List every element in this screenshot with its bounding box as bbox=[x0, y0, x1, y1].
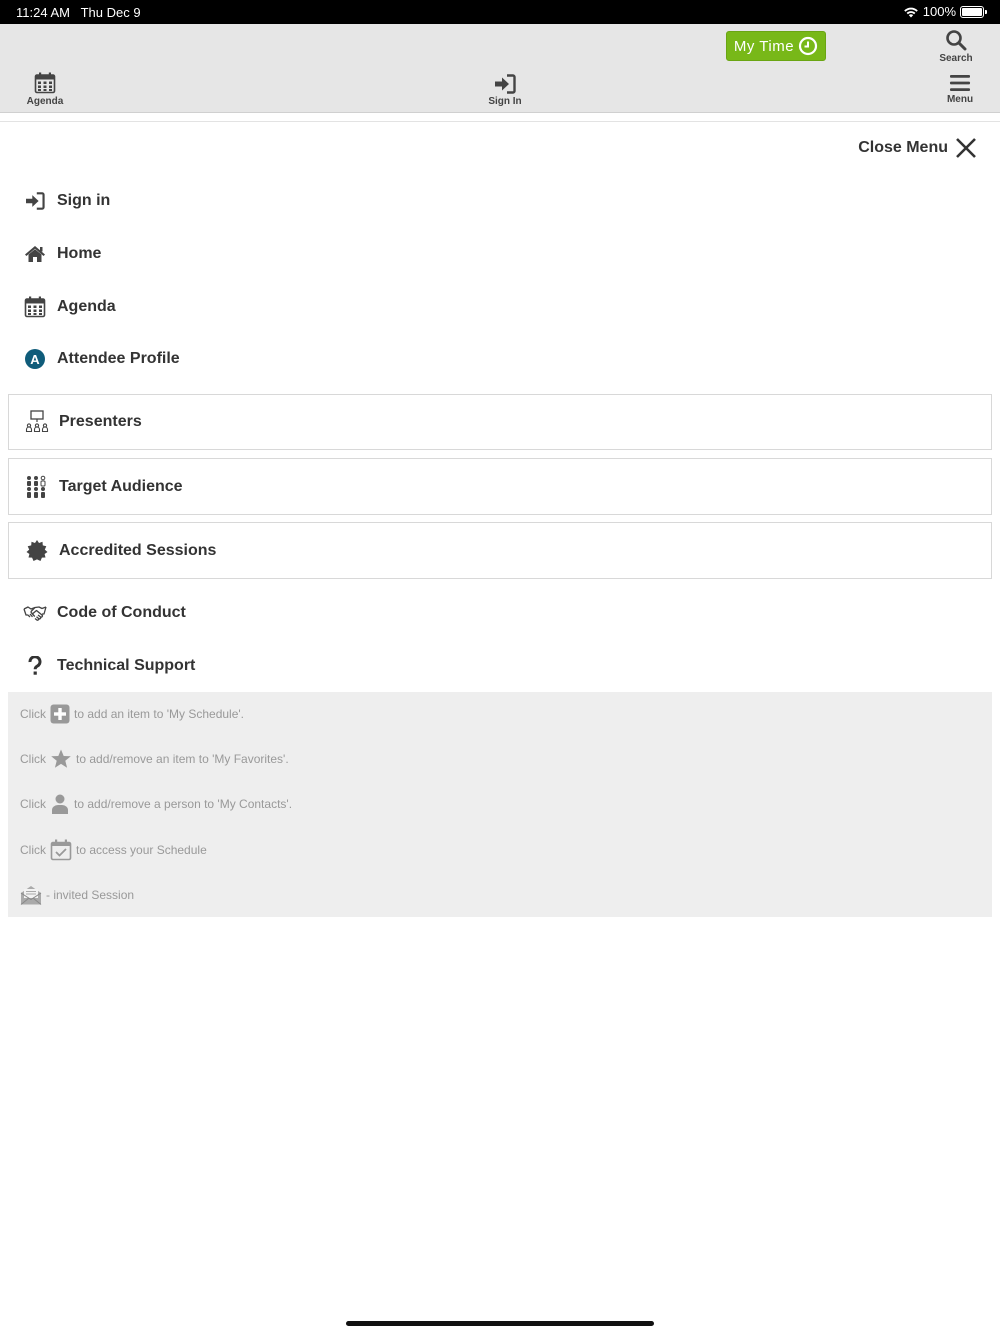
search-icon bbox=[946, 30, 967, 51]
attendee-profile-icon: A bbox=[20, 349, 50, 369]
hamburger-icon bbox=[950, 75, 970, 91]
star-icon bbox=[50, 749, 72, 769]
legend-row-contacts: Click to add/remove a person to 'My Cont… bbox=[20, 794, 292, 814]
handshake-icon bbox=[20, 604, 50, 622]
status-right: 100% bbox=[903, 4, 987, 19]
wifi-icon bbox=[903, 7, 918, 17]
status-bar: 11:24 AM Thu Dec 9 100% bbox=[0, 0, 1000, 24]
menu-item-label: Accredited Sessions bbox=[59, 541, 217, 559]
agenda-label: Agenda bbox=[26, 96, 64, 107]
clock-icon bbox=[798, 36, 818, 56]
sign-in-label: Sign In bbox=[488, 96, 522, 107]
status-time: 11:24 AM Thu Dec 9 bbox=[16, 5, 141, 20]
menu-item-label: Home bbox=[57, 245, 102, 262]
legend-text: to add/remove a person to 'My Contacts'. bbox=[74, 797, 293, 811]
my-time-label: My Time bbox=[733, 37, 795, 55]
sign-in-tab[interactable]: Sign In bbox=[482, 74, 528, 107]
menu-item-accredited-sessions[interactable]: Accredited Sessions bbox=[8, 522, 992, 579]
close-menu-button[interactable]: Close Menu bbox=[858, 136, 978, 160]
calendar-icon bbox=[20, 296, 50, 318]
home-icon bbox=[20, 245, 50, 263]
search-button[interactable]: Search bbox=[936, 29, 976, 64]
menu-item-target-audience[interactable]: Target Audience bbox=[8, 458, 992, 515]
menu-button[interactable]: Menu bbox=[940, 74, 980, 105]
legend-row-access-schedule: Click to access your Schedule bbox=[20, 839, 207, 861]
person-icon bbox=[50, 794, 70, 814]
my-time-button[interactable]: My Time bbox=[726, 31, 826, 61]
plus-icon bbox=[50, 704, 70, 724]
legend-text: to add an item to 'My Schedule'. bbox=[74, 707, 245, 721]
close-icon bbox=[956, 138, 976, 158]
legend-click-text: Click bbox=[20, 707, 46, 721]
menu-item-label: Attendee Profile bbox=[57, 350, 180, 367]
envelope-icon bbox=[20, 884, 42, 906]
menu-label: Menu bbox=[946, 94, 974, 105]
sign-in-icon bbox=[20, 192, 50, 210]
legend-click-text: Click bbox=[20, 797, 46, 811]
legend-click-text: Click bbox=[20, 843, 46, 857]
sign-in-icon bbox=[495, 74, 516, 94]
calendar-check-icon bbox=[50, 839, 72, 861]
audience-icon bbox=[22, 475, 52, 499]
legend-text: to access your Schedule bbox=[76, 843, 207, 857]
menu-item-label: Sign in bbox=[57, 192, 111, 209]
menu-item-label: Technical Support bbox=[57, 657, 196, 674]
menu-item-label: Code of Conduct bbox=[57, 604, 186, 621]
menu-item-label: Presenters bbox=[59, 413, 142, 430]
attendee-profile-icon-letter: A bbox=[25, 349, 45, 369]
icon-legend: Click to add an item to 'My Schedule'. C… bbox=[8, 692, 992, 917]
legend-row-invited: - invited Session bbox=[20, 884, 134, 906]
legend-row-favorites: Click to add/remove an item to 'My Favor… bbox=[20, 749, 289, 769]
top-toolbar: My Time Search Agenda Sign In Menu bbox=[0, 24, 1000, 113]
question-icon bbox=[20, 656, 50, 676]
clock-date: Thu Dec 9 bbox=[80, 5, 141, 20]
presenters-icon bbox=[22, 410, 52, 434]
battery-percent: 100% bbox=[922, 4, 956, 19]
legend-row-schedule: Click to add an item to 'My Schedule'. bbox=[20, 704, 244, 724]
legend-text: to add/remove an item to 'My Favorites'. bbox=[76, 752, 289, 766]
legend-click-text: Click bbox=[20, 752, 46, 766]
menu-item-attendee-profile[interactable]: A Attendee Profile bbox=[8, 344, 992, 374]
home-indicator[interactable] bbox=[346, 1321, 654, 1326]
menu-item-label: Target Audience bbox=[59, 477, 183, 495]
menu-item-presenters[interactable]: Presenters bbox=[8, 394, 992, 450]
legend-text: - invited Session bbox=[46, 888, 135, 902]
calendar-icon bbox=[34, 72, 56, 94]
close-menu-label: Close Menu bbox=[858, 139, 948, 156]
search-label: Search bbox=[939, 53, 973, 64]
menu-item-label: Agenda bbox=[57, 298, 116, 315]
toolbar-divider bbox=[0, 121, 1000, 122]
menu-item-home[interactable]: Home bbox=[8, 239, 992, 269]
menu-item-sign-in[interactable]: Sign in bbox=[8, 186, 992, 216]
badge-icon bbox=[22, 539, 52, 563]
agenda-tab[interactable]: Agenda bbox=[22, 72, 68, 107]
menu-item-agenda[interactable]: Agenda bbox=[8, 292, 992, 322]
menu-item-technical-support[interactable]: Technical Support bbox=[8, 651, 992, 681]
clock-time: 11:24 AM bbox=[16, 5, 70, 20]
menu-item-code-of-conduct[interactable]: Code of Conduct bbox=[8, 598, 992, 628]
battery-icon bbox=[960, 5, 987, 18]
